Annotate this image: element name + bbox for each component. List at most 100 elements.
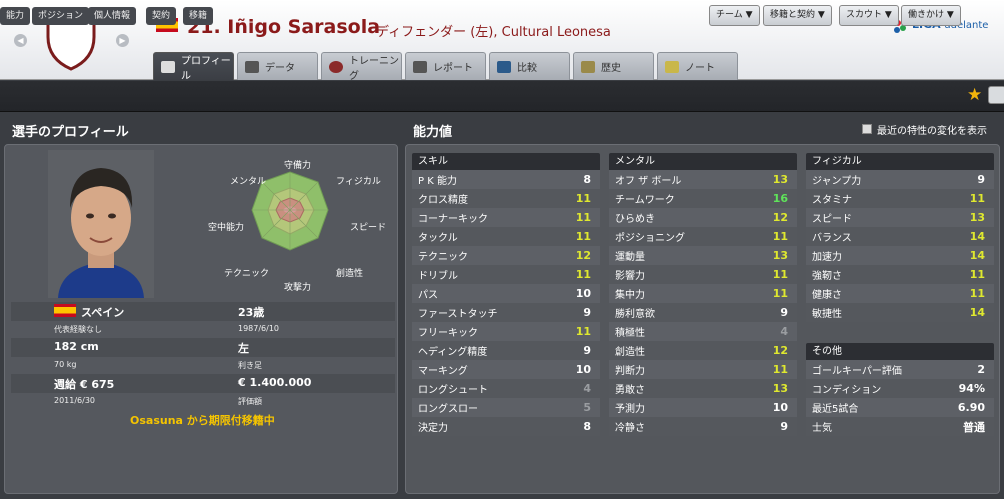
attribute-row[interactable]: P K 能力 8 [412,170,600,189]
attribute-row[interactable]: ファーストタッチ 9 [412,303,600,322]
radar-label-defense: 守備力 [284,161,312,171]
attribute-name: 積極性 [615,328,645,339]
attribute-row[interactable]: 創造性 12 [609,341,797,360]
attribute-value: 10 [575,287,591,300]
scout-dropdown[interactable]: スカウト ▼ [839,5,899,26]
attribute-row[interactable]: 強靭さ 11 [806,265,994,284]
attribute-row[interactable]: クロス精度 11 [412,189,600,208]
transfer-dropdown[interactable]: 移籍と契約 ▼ [763,5,832,26]
attribute-row[interactable]: チームワーク 16 [609,189,797,208]
attribute-row[interactable]: 冷静さ 9 [609,417,797,436]
attribute-value: 5 [583,401,591,414]
contract-end: 2011/6/30 [54,396,96,405]
attribute-name: ひらめき [615,214,655,225]
attribute-row[interactable]: ゴールキーパー評価 2 [806,360,994,379]
tab-profile[interactable]: プロフィール [153,52,234,82]
attribute-row[interactable]: ロングスロー 5 [412,398,600,417]
player-position-club[interactable]: ディフェンダー (左), Cultural Leonesa [376,21,611,40]
tab-report[interactable]: レポート [405,52,486,80]
attribute-row[interactable]: ジャンプ力 9 [806,170,994,189]
attribute-name: ジャンプ力 [812,176,862,187]
attribute-row[interactable]: タックル 11 [412,227,600,246]
attribute-value: 11 [969,268,985,281]
report-icon [413,60,427,73]
shortlist-star-icon[interactable]: ★ [967,85,982,105]
attribute-row[interactable]: マーキング 10 [412,360,600,379]
attribute-row[interactable]: 影響力 11 [609,265,797,284]
attribute-row[interactable]: ヘディング精度 9 [412,341,600,360]
skill-column-title: スキル [412,153,600,170]
attribute-row[interactable]: 運動量 13 [609,246,797,265]
attribute-row[interactable]: ドリブル 11 [412,265,600,284]
subnav-position[interactable]: ポジション [32,7,90,25]
attribute-name: 集中力 [615,290,645,301]
attribute-name: 創造性 [615,347,645,358]
ball-icon [329,60,343,73]
attribute-row[interactable]: ロングシュート 4 [412,379,600,398]
sub-navigation [0,81,1004,112]
attribute-value: 11 [772,268,788,281]
attribute-value: 11 [575,192,591,205]
radar-label-attack: 攻撃力 [284,283,312,293]
attribute-name: パス [418,290,438,301]
player-name: 21. Iñigo Sarasola [187,16,381,38]
attribute-value: 9 [583,306,591,319]
attribute-row[interactable]: パス 10 [412,284,600,303]
mental-column: メンタル オフ ザ ボール 13 チームワーク 16 ひらめき 12 ポジショニング 11 運動… [609,153,797,436]
attribute-row[interactable]: コンディション 94% [806,379,994,398]
attribute-name: 加速力 [812,252,842,263]
next-player-button[interactable]: ▶ [116,34,129,47]
subnav-transfer[interactable]: 移籍 [183,7,214,25]
subnav-personal[interactable]: 個人情報 [88,7,137,25]
loan-status[interactable]: Osasuna から期限付移籍中 [130,412,275,428]
attribute-row[interactable]: ポジショニング 11 [609,227,797,246]
tab-training[interactable]: トレーニング [321,52,402,82]
attribute-row[interactable]: 士気 普通 [806,417,994,436]
attribute-value: 普通 [963,420,985,434]
subnav-ability[interactable]: 能力 [0,7,31,25]
attribute-row[interactable]: 集中力 11 [609,284,797,303]
radar-label-aerial: 空中能力 [208,223,245,233]
tab-compare[interactable]: 比較 [489,52,570,80]
attribute-row[interactable]: 判断力 11 [609,360,797,379]
chevron-down-icon: ▼ [745,10,753,20]
value-label: 評価額 [238,397,262,406]
tab-history[interactable]: 歴史 [573,52,654,80]
show-changes-checkbox[interactable] [862,124,872,134]
attribute-row[interactable]: 勝利意欲 9 [609,303,797,322]
options-button[interactable] [988,86,1004,104]
attribute-value: 11 [969,192,985,205]
nationality[interactable]: スペイン [81,304,124,320]
weight: 70 kg [54,360,77,369]
attribute-row[interactable]: 敏捷性 14 [806,303,994,322]
age: 23歳 [238,306,265,319]
date-of-birth: 1987/6/10 [238,324,280,333]
attribute-value: 11 [575,268,591,281]
attribute-row[interactable]: 予測力 10 [609,398,797,417]
subnav-contract[interactable]: 契約 [146,7,177,25]
approach-dropdown[interactable]: 働きかけ ▼ [901,5,961,26]
team-dropdown[interactable]: チーム ▼ [709,5,760,26]
skill-column: スキル P K 能力 8 クロス精度 11 コーナーキック 11 タックル 11 テクニック 12… [412,153,600,436]
tab-data[interactable]: データ [237,52,318,80]
attribute-row[interactable]: 加速力 14 [806,246,994,265]
attribute-row[interactable]: 健康さ 11 [806,284,994,303]
attribute-row[interactable]: オフ ザ ボール 13 [609,170,797,189]
tab-notes[interactable]: ノート [657,52,738,80]
prev-player-button[interactable]: ◀ [14,34,27,47]
attribute-row[interactable]: 勇敢さ 13 [609,379,797,398]
attribute-name: 決定力 [418,423,448,434]
attribute-name: フリーキック [418,328,478,339]
attribute-value: 13 [772,382,788,395]
attribute-row[interactable]: スタミナ 11 [806,189,994,208]
attribute-row[interactable]: スピード 13 [806,208,994,227]
attribute-row[interactable]: テクニック 12 [412,246,600,265]
attribute-row[interactable]: バランス 14 [806,227,994,246]
attribute-value: 13 [969,211,985,224]
attribute-row[interactable]: コーナーキック 11 [412,208,600,227]
attribute-row[interactable]: 積極性 4 [609,322,797,341]
attribute-row[interactable]: フリーキック 11 [412,322,600,341]
attribute-row[interactable]: 最近5試合 6.90 [806,398,994,417]
attribute-row[interactable]: 決定力 8 [412,417,600,436]
attribute-row[interactable]: ひらめき 12 [609,208,797,227]
